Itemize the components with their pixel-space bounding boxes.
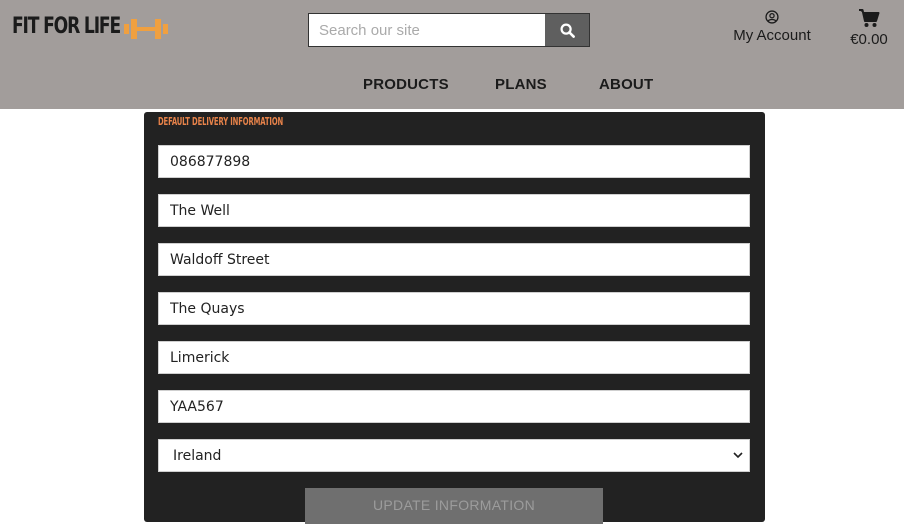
dumbbell-icon — [124, 19, 168, 39]
street-address2-field[interactable] — [158, 243, 750, 276]
cart-total: €0.00 — [850, 31, 888, 48]
postcode-field[interactable] — [158, 390, 750, 423]
logo[interactable]: FIT FOR LIFE — [12, 14, 168, 39]
user-circle-icon — [765, 10, 779, 24]
nav-plans[interactable]: PLANS — [495, 76, 547, 93]
country-select[interactable]: Ireland — [158, 439, 750, 472]
search-icon — [559, 22, 575, 38]
update-information-button[interactable]: UPDATE INFORMATION — [305, 488, 603, 524]
country-selected-value: Ireland — [173, 448, 222, 464]
street-address1-field[interactable] — [158, 194, 750, 227]
nav-products[interactable]: PRODUCTS — [363, 76, 449, 93]
search-button[interactable] — [545, 14, 589, 46]
county-field[interactable] — [158, 341, 750, 374]
chevron-down-icon — [733, 452, 743, 459]
logo-text: FIT FOR LIFE — [12, 14, 121, 39]
search-box — [308, 13, 590, 47]
panel-title: DEFAULT DELIVERY INFORMATION — [158, 115, 284, 128]
site-header: FIT FOR LIFE My Account — [0, 0, 904, 109]
town-field[interactable] — [158, 292, 750, 325]
search-input[interactable] — [309, 14, 546, 46]
shopping-cart-icon — [859, 9, 880, 27]
phone-field[interactable] — [158, 145, 750, 178]
my-account-label: My Account — [733, 27, 811, 44]
delivery-info-panel: DEFAULT DELIVERY INFORMATION Ireland UPD… — [144, 112, 765, 524]
cart-link[interactable]: €0.00 — [848, 8, 890, 48]
my-account-link[interactable]: My Account — [733, 10, 811, 44]
nav-about[interactable]: ABOUT — [599, 76, 653, 93]
